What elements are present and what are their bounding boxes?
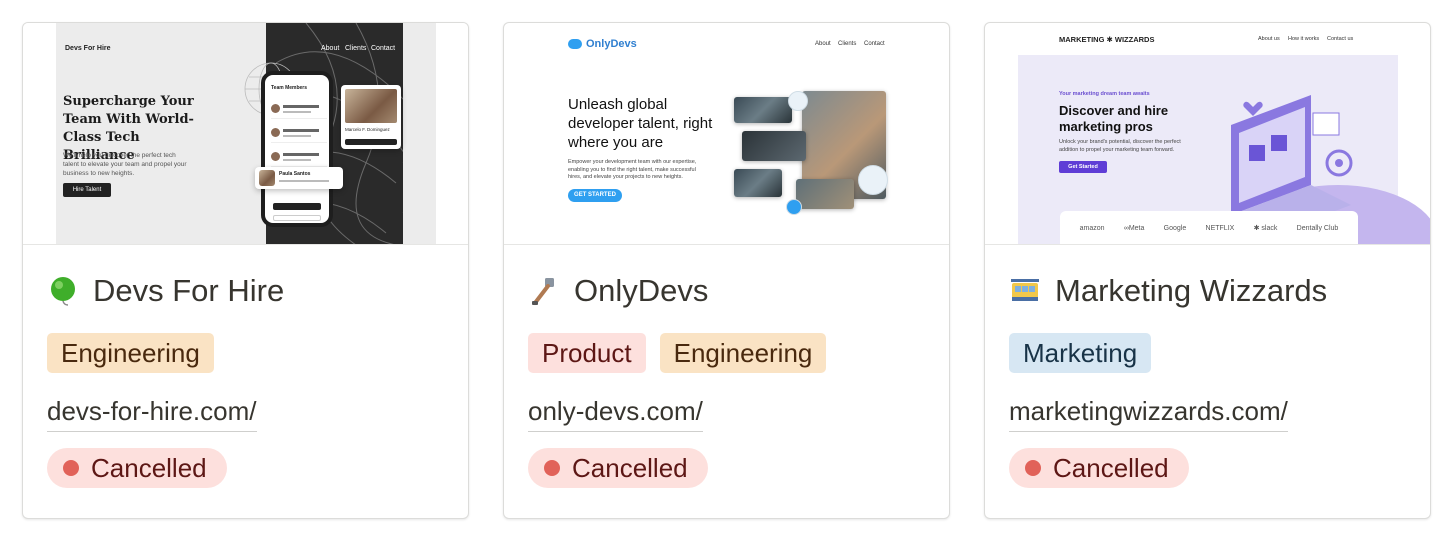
status-text: Cancelled: [1053, 452, 1169, 483]
cover-body: Unlock your brand's potential, discover …: [1059, 139, 1181, 153]
logo-google: Google: [1163, 224, 1187, 232]
logo-amazon: amazon: [1079, 224, 1105, 232]
logo-netflix: NETFLIX: [1205, 224, 1235, 232]
cover-nav-about: About us: [1258, 36, 1280, 42]
cover-brand: Devs For Hire: [65, 45, 111, 52]
cover-body: We'll help you discover the perfect tech…: [63, 152, 187, 177]
laptop-illustration: [1231, 95, 1353, 225]
status-badge: Cancelled: [528, 448, 708, 488]
tag-product: Product: [528, 333, 646, 373]
card-title[interactable]: Marketing Wizzards: [1055, 271, 1327, 311]
client-logos: amazon ∞Meta Google NETFLIX ✱ slack Dent…: [1060, 211, 1358, 244]
card-cover-image: Devs For Hire About Clients Contact Supe…: [23, 23, 468, 245]
cover-cta: Hire Talent: [63, 183, 111, 197]
cover-cta: Get Started: [1059, 161, 1107, 173]
profile-name: Marcelo F. Dominguez: [345, 127, 390, 132]
dev-tile: [734, 169, 782, 197]
status-badge: Cancelled: [47, 448, 227, 488]
logo-slack: ✱ slack: [1253, 225, 1278, 232]
gallery-card-onlydevs[interactable]: OnlyDevs About Clients Contact Unleash g…: [503, 22, 950, 519]
selfie-stick-icon: [528, 275, 560, 307]
status-dot-icon: [63, 460, 79, 476]
card-title[interactable]: Devs For Hire: [93, 271, 284, 311]
tag-list: Engineering: [47, 333, 214, 373]
dev-tile: [796, 179, 854, 209]
cover-cta: GET STARTED: [568, 189, 622, 202]
cover-nav-about: About: [815, 41, 831, 47]
candidate-name: Paula Santos: [279, 171, 311, 177]
gallery-card-devs-for-hire[interactable]: Devs For Hire About Clients Contact Supe…: [22, 22, 469, 519]
tag-list: Marketing: [1009, 333, 1152, 373]
cover-subhead: Your marketing dream team awaits: [1059, 91, 1150, 97]
status-dot-icon: [544, 460, 560, 476]
gallery-card-marketing-wizzards[interactable]: MARKETING ✱ WIZZARDS About us How it wor…: [984, 22, 1431, 519]
tag-marketing: Marketing: [1009, 333, 1152, 373]
code-tile: [742, 131, 806, 161]
profile-card: Marcelo F. Dominguez: [341, 85, 401, 149]
onlydevs-logo-icon: [568, 39, 582, 49]
logo-meta: ∞Meta: [1123, 224, 1145, 232]
cover-nav-contact: Contact: [864, 41, 885, 47]
phone-title: Team Members: [271, 85, 308, 91]
cover-nav-contact: Contact us: [1327, 36, 1354, 42]
green-ball-icon: [47, 275, 79, 307]
cover-logo: OnlyDevs: [568, 38, 637, 50]
cover-brand: MARKETING ✱ WIZZARDS: [1059, 35, 1155, 44]
cover-headline: Unleash global developer talent, right w…: [568, 96, 713, 151]
hashtag-icon: [858, 165, 888, 195]
card-title[interactable]: OnlyDevs: [574, 271, 708, 311]
candidate-card: Paula Santos: [255, 167, 343, 189]
card-url-link[interactable]: devs-for-hire.com/: [47, 391, 257, 432]
cover-nav-about: About: [321, 45, 340, 52]
cover-nav-clients: Clients: [838, 41, 857, 47]
cover-brand: OnlyDevs: [586, 38, 637, 50]
cover-body: Empower your development team with our e…: [568, 159, 697, 180]
cover-nav-how: How it works: [1288, 36, 1320, 42]
tag-engineering: Engineering: [47, 333, 214, 373]
status-dot-icon: [1025, 460, 1041, 476]
cover-nav-contact: Contact: [371, 45, 396, 52]
code-icon: [788, 91, 808, 111]
tag-engineering: Engineering: [659, 333, 827, 373]
status-text: Cancelled: [572, 452, 688, 483]
card-url-link[interactable]: only-devs.com/: [528, 391, 703, 432]
status-text: Cancelled: [91, 452, 207, 483]
cover-nav-clients: Clients: [345, 45, 367, 52]
tag-list: Product Engineering: [528, 333, 827, 373]
logo-dentally: Dentally Club: [1296, 224, 1339, 232]
cover-headline: Discover and hire marketing pros: [1059, 103, 1169, 134]
badge-icon: [786, 199, 802, 215]
dev-tile: [734, 97, 792, 123]
phone-mockup: Team Members: [261, 71, 333, 227]
card-cover-image: MARKETING ✱ WIZZARDS About us How it wor…: [985, 23, 1430, 245]
card-url-link[interactable]: marketingwizzards.com/: [1009, 391, 1288, 432]
status-badge: Cancelled: [1009, 448, 1189, 488]
cable-car-icon: [1009, 275, 1041, 307]
card-cover-image: OnlyDevs About Clients Contact Unleash g…: [504, 23, 949, 245]
